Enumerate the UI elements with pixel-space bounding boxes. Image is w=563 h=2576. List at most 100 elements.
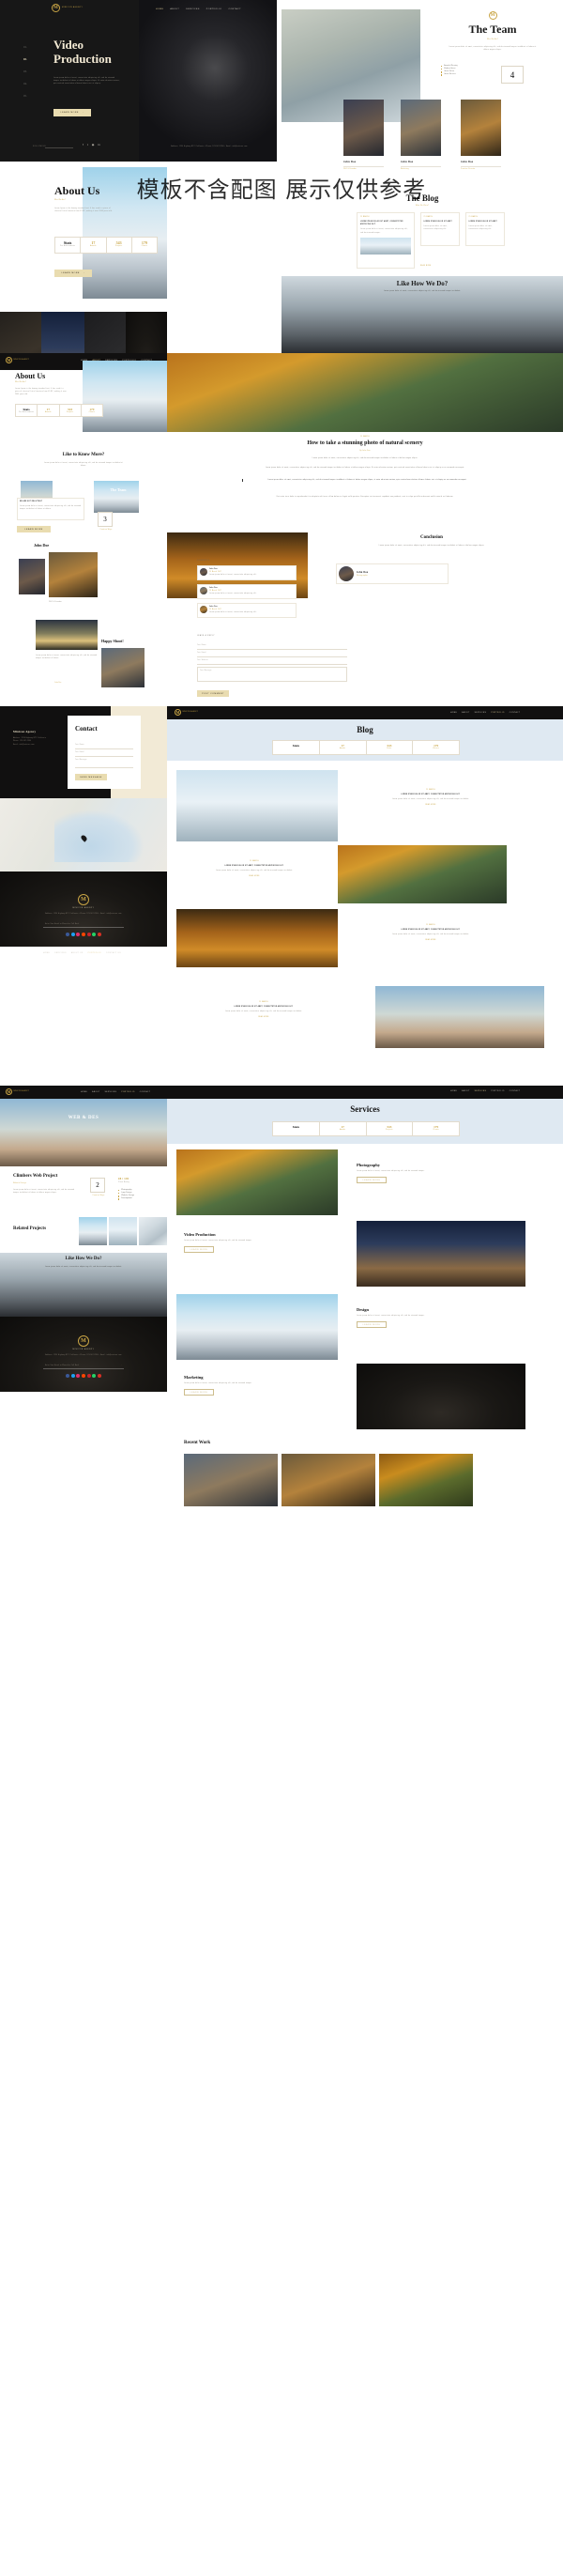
hero-cta-button[interactable]: LEARN MORE → <box>53 109 91 116</box>
nav-item-portfolio[interactable]: PORTFOLIO <box>121 1091 134 1093</box>
reddit-icon[interactable] <box>82 933 85 936</box>
blog-page-post-image-3[interactable] <box>375 986 544 1048</box>
related-project-2[interactable] <box>139 1217 167 1245</box>
newsletter-input[interactable]: Enter Your Email or Phone for Call Back … <box>43 922 124 928</box>
comment-field-email[interactable]: Your Email <box>197 650 347 658</box>
nav-item-services[interactable]: SERVICES <box>475 1090 487 1092</box>
blog-post-card-0[interactable]: 25 MARCH LOREM IPSUM DOLOR SIT AMET, CON… <box>357 212 415 269</box>
about-page-logo[interactable]: M MINICON AGENCY <box>6 357 29 363</box>
footer-2-nav[interactable]: HOME SERVICES ABOUT US PORTFOLIO CONTACT… <box>43 952 121 954</box>
arrow-right-icon[interactable]: → <box>120 923 122 926</box>
slide-number-5[interactable]: 05. <box>23 90 27 102</box>
post-read-more[interactable]: READ MORE <box>184 1016 343 1019</box>
nav-item-contact[interactable]: CONTACT <box>510 1090 521 1092</box>
blog-page-post-image-0[interactable] <box>176 770 338 841</box>
comment-field-message[interactable]: Your Message <box>197 667 347 683</box>
contact-field-email[interactable]: Your Email <box>75 749 133 758</box>
nav-item-services[interactable]: SERVICES <box>475 712 487 714</box>
nav-item-about[interactable]: ABOUT <box>170 8 179 10</box>
related-project-1[interactable] <box>109 1217 137 1245</box>
facebook-icon[interactable] <box>66 933 70 936</box>
project-logo[interactable]: M MINICON AGENCY <box>6 1088 29 1095</box>
hero-logo[interactable]: M MINICON AGENCY <box>52 4 83 12</box>
instagram-icon[interactable] <box>76 1374 81 1378</box>
recent-work-0[interactable] <box>184 1454 278 1506</box>
nav-item-contact[interactable]: CONTACT <box>510 712 521 714</box>
nav-item-services[interactable]: SERVICES <box>186 8 200 10</box>
footer-3-social[interactable] <box>0 1374 167 1378</box>
footer-nav-portfolio[interactable]: PORTFOLIO <box>88 952 101 954</box>
nav-item-contact[interactable]: CONTACT <box>228 8 241 10</box>
google-icon[interactable] <box>97 1374 101 1378</box>
comment-field-name[interactable]: Your Name <box>197 642 347 651</box>
blog-page-post-image-1[interactable] <box>338 845 507 903</box>
service-cta-2[interactable]: LEARN MORE <box>357 1321 387 1329</box>
comment-form[interactable]: Your Name Your Email Your Website Your M… <box>197 642 347 683</box>
arrow-right-icon[interactable]: → <box>120 1365 122 1367</box>
recent-work-1[interactable] <box>282 1454 375 1506</box>
blog-page-logo[interactable]: M MINICON AGENCY <box>175 709 198 716</box>
blog-page-post-image-2[interactable] <box>176 909 338 967</box>
blog-post-card-2[interactable]: 25 MARCH LOREM IPSUM DOLOR SIT AMET Lore… <box>465 212 505 246</box>
facebook-icon[interactable]: f <box>83 143 84 147</box>
linkedin-icon[interactable]: in <box>98 143 99 147</box>
comment-submit-button[interactable]: POST COMMENT <box>197 690 229 697</box>
slide-number-2[interactable]: 02. <box>23 54 27 66</box>
footer-2-social[interactable] <box>0 933 167 936</box>
footer-nav-about[interactable]: ABOUT US <box>71 952 84 954</box>
twitter-icon[interactable] <box>70 1374 75 1378</box>
slide-number-1[interactable]: 01. <box>23 41 27 54</box>
nav-item-home[interactable]: HOME <box>156 8 163 10</box>
services-page-nav[interactable]: HOME ABOUT SERVICES PORTFOLIO CONTACT <box>450 1090 520 1092</box>
contact-submit-button[interactable]: SEND MESSAGE <box>75 774 107 780</box>
google-icon[interactable] <box>97 933 101 936</box>
instagram-icon[interactable] <box>76 933 81 936</box>
whatsapp-icon[interactable] <box>92 933 97 936</box>
nav-item-portfolio[interactable]: PORTFOLIO <box>491 1090 504 1092</box>
about-cta-button[interactable]: LEARN MORE → <box>54 270 92 277</box>
pinterest-icon[interactable] <box>86 933 91 936</box>
blog-page-nav[interactable]: HOME ABOUT SERVICES PORTFOLIO CONTACT <box>450 712 520 714</box>
twitter-icon[interactable]: t <box>87 143 88 147</box>
know-more-cta-button[interactable]: LEARN MORE <box>17 526 51 532</box>
twitter-icon[interactable] <box>70 933 75 936</box>
project-nav[interactable]: HOME ABOUT SERVICES PORTFOLIO CONTACT <box>81 1091 150 1093</box>
nav-item-home[interactable]: HOME <box>450 1090 457 1092</box>
hero-slide-numbers[interactable]: 01. 02. 03. 04. 05. <box>23 41 27 102</box>
contact-form[interactable]: Your Name Your Email Your Message <box>75 742 133 769</box>
footer-nav-contact[interactable]: CONTACT US <box>106 952 121 954</box>
nav-item-home[interactable]: HOME <box>450 712 457 714</box>
facebook-icon[interactable] <box>66 1374 70 1378</box>
top-nav[interactable]: HOME ABOUT SERVICES PORTFOLIO CONTACT <box>156 8 241 10</box>
related-project-0[interactable] <box>79 1217 107 1245</box>
slide-number-4[interactable]: 04. <box>23 78 27 90</box>
reddit-icon[interactable] <box>82 1374 85 1378</box>
nav-item-home[interactable]: HOME <box>81 1091 87 1093</box>
comment-field-website[interactable]: Your Website <box>197 657 347 666</box>
service-cta-1[interactable]: LEARN MORE <box>184 1246 214 1254</box>
nav-item-about[interactable]: ABOUT <box>462 712 469 714</box>
newsletter-input[interactable]: Enter Your Email or Phone for Call Back … <box>43 1364 124 1369</box>
nav-item-contact[interactable]: CONTACT <box>140 1091 151 1093</box>
whatsapp-icon[interactable] <box>92 1374 97 1378</box>
pinterest-icon[interactable] <box>86 1374 91 1378</box>
nav-item-services[interactable]: SERVICES <box>105 1091 117 1093</box>
footer-nav-services[interactable]: SERVICES <box>54 952 67 954</box>
blog-read-more[interactable]: READ MORE <box>420 265 431 268</box>
recent-work-2[interactable] <box>379 1454 473 1506</box>
instagram-icon[interactable]: ◉ <box>92 143 95 147</box>
nav-item-about[interactable]: ABOUT <box>92 1091 99 1093</box>
service-cta-0[interactable]: LEARN MORE <box>357 1177 387 1184</box>
slide-number-3[interactable]: 03. <box>23 66 27 78</box>
contact-field-message[interactable]: Your Message <box>75 757 133 769</box>
post-read-more[interactable]: READ MORE <box>355 939 507 942</box>
footer-nav-home[interactable]: HOME <box>43 952 50 954</box>
contact-field-name[interactable]: Your Name <box>75 742 133 750</box>
post-read-more[interactable]: READ MORE <box>355 804 507 807</box>
service-cta-3[interactable]: LEARN MORE <box>184 1389 214 1396</box>
nav-item-about[interactable]: ABOUT <box>462 1090 469 1092</box>
nav-item-portfolio[interactable]: PORTFOLIO <box>491 712 504 714</box>
hero-social-icons[interactable]: f t ◉ in <box>83 143 100 147</box>
blog-post-card-1[interactable]: 25 MARCH LOREM IPSUM DOLOR SIT AMET Lore… <box>420 212 460 246</box>
nav-item-portfolio[interactable]: PORTFOLIO <box>206 8 222 10</box>
